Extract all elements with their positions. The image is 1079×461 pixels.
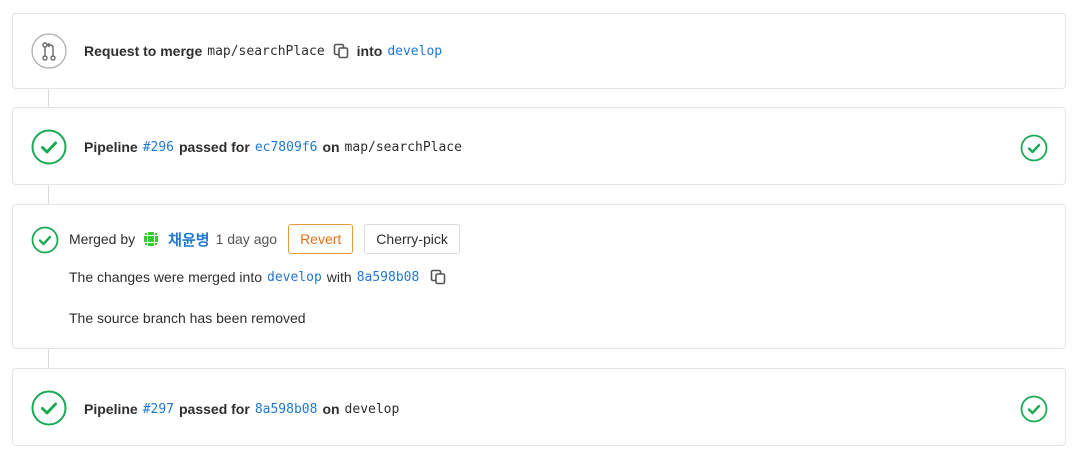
pipeline-id-link[interactable]: #296: [143, 140, 174, 155]
pipeline-card: Pipeline #296 passed for ec7809f6 on map…: [12, 107, 1066, 185]
target-branch-link[interactable]: develop: [387, 44, 442, 59]
author-link[interactable]: 채윤병: [168, 229, 209, 250]
timeline-connector: [48, 185, 49, 204]
identicon-avatar[interactable]: [142, 230, 161, 248]
timeline-connector: [48, 349, 49, 368]
pipeline-status-icon[interactable]: [1020, 134, 1048, 162]
check-circle-icon[interactable]: [31, 129, 67, 165]
merged-card: Merged by 채윤병 1 day ago Revert Cherry-pi…: [12, 204, 1066, 349]
merge-request-icon: [31, 33, 67, 69]
check-circle-icon: [31, 226, 59, 254]
commit-sha-link[interactable]: 8a598b08: [255, 402, 318, 417]
pipeline-label: Pipeline: [84, 401, 138, 417]
copy-icon[interactable]: [428, 267, 448, 287]
merged-time: 1 day ago: [215, 231, 278, 247]
check-circle-icon[interactable]: [31, 390, 67, 426]
commit-sha-link[interactable]: ec7809f6: [255, 140, 318, 155]
cherry-pick-button[interactable]: Cherry-pick: [364, 224, 460, 254]
pipeline-card: Pipeline #297 passed for 8a598b08 on dev…: [12, 368, 1066, 446]
revert-button[interactable]: Revert: [288, 224, 354, 254]
merged-by-label: Merged by: [69, 231, 136, 247]
into-label: into: [356, 43, 383, 59]
copy-icon[interactable]: [331, 41, 351, 61]
passed-for-label: passed for: [179, 401, 250, 417]
target-branch-link[interactable]: develop: [267, 270, 322, 285]
pipeline-id-link[interactable]: #297: [143, 402, 174, 417]
pipeline-label: Pipeline: [84, 139, 138, 155]
with-label: with: [326, 269, 352, 285]
pipeline-status-icon[interactable]: [1020, 395, 1048, 423]
passed-for-label: passed for: [179, 139, 250, 155]
pipeline-branch: map/searchPlace: [344, 139, 462, 155]
source-branch-removed-text: The source branch has been removed: [69, 310, 306, 326]
timeline-connector: [48, 89, 49, 107]
pipeline-branch: develop: [344, 401, 400, 417]
changes-merged-text: The changes were merged into: [69, 269, 262, 285]
on-label: on: [322, 401, 340, 417]
request-to-merge-label: Request to merge: [84, 43, 203, 59]
merge-commit-link[interactable]: 8a598b08: [357, 270, 420, 285]
on-label: on: [322, 139, 340, 155]
source-branch[interactable]: map/searchPlace: [207, 44, 324, 59]
merge-request-card: Request to merge map/searchPlace into de…: [12, 13, 1066, 89]
